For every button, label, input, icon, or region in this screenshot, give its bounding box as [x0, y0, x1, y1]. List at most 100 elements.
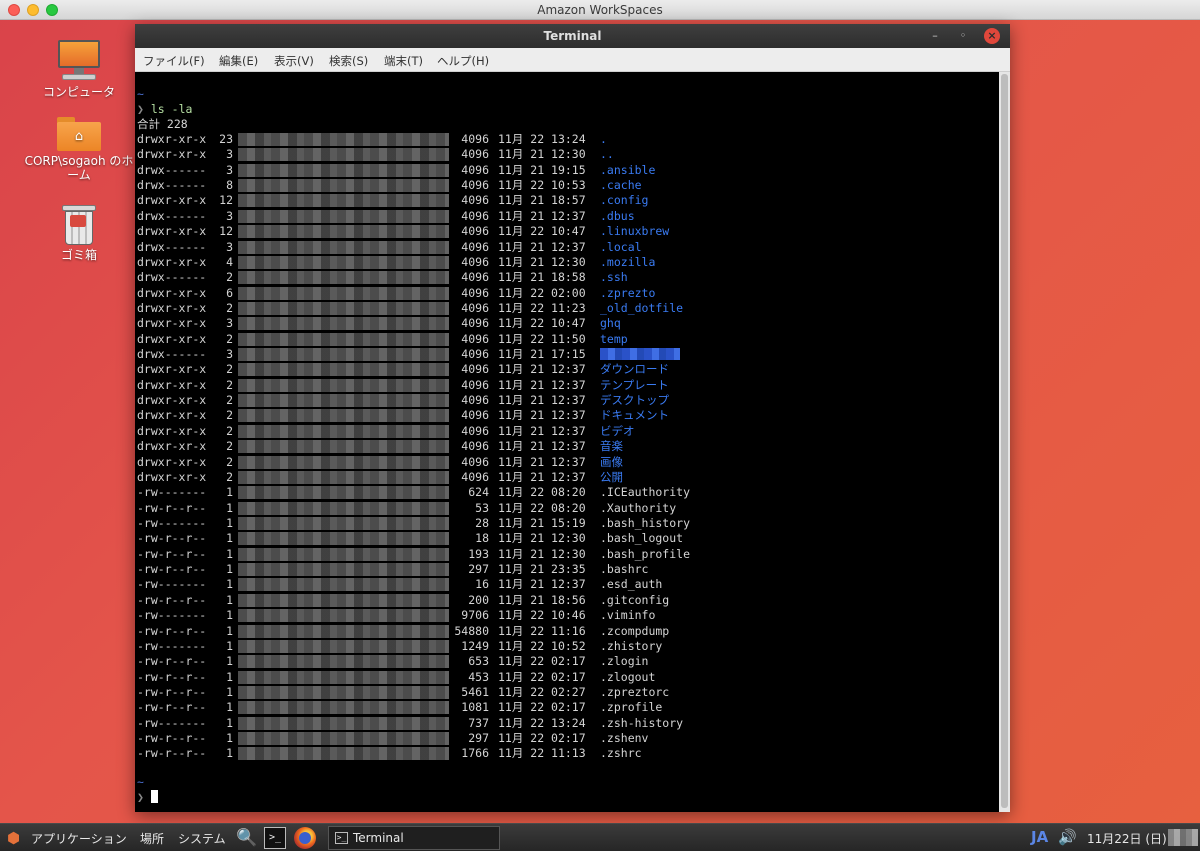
terminal-titlebar[interactable]: Terminal – ◦ × [135, 24, 1010, 48]
input-line[interactable]: ❯ [137, 790, 158, 805]
terminal-output[interactable]: ~ ❯ ls -la 合計 228 drwxr-xr-x 23 4096 11月 22… [135, 72, 999, 812]
terminal-scrollbar[interactable] [999, 72, 1010, 812]
modified-date: 11月 22 10:46 [498, 608, 586, 623]
scrollbar-thumb[interactable] [1001, 74, 1008, 808]
terminal-title: Terminal [543, 29, 602, 43]
terminal-icon[interactable]: >_ [264, 827, 286, 849]
file-size: 4096 [461, 331, 489, 346]
file-size: 18 [475, 531, 489, 546]
file-name: ドキュメント [600, 408, 669, 423]
file-name: .zpreztorc [600, 684, 670, 699]
redacted-owner-group [238, 209, 449, 223]
file-name: 音楽 [600, 439, 623, 454]
app-title: Amazon WorkSpaces [537, 3, 663, 17]
applications-menu[interactable]: アプリケーション [31, 830, 127, 847]
link-count: 1 [226, 531, 233, 546]
redacted-owner-group [238, 301, 449, 315]
text-cursor [150, 790, 158, 803]
close-icon[interactable]: × [984, 28, 1000, 44]
link-count: 2 [226, 270, 233, 285]
file-size: 624 [468, 485, 489, 500]
link-count: 3 [226, 347, 233, 362]
redacted-owner-group [238, 517, 449, 530]
redacted-owner-group [238, 501, 449, 515]
modified-date: 11月 22 11:13 [498, 746, 586, 761]
modified-date: 11月 21 12:37 [498, 362, 586, 377]
menu-terminal[interactable]: 端末(T) [384, 53, 423, 69]
prompt-path: ~ [137, 775, 144, 789]
search-icon[interactable]: 🔍 [236, 827, 258, 849]
firefox-icon[interactable] [294, 827, 316, 849]
redacted-owner-group [238, 563, 449, 577]
permissions: -rw-r--r-- [137, 546, 207, 561]
file-size: 297 [468, 731, 489, 746]
menu-search[interactable]: 検索(S) [329, 53, 368, 69]
link-count: 23 [219, 132, 233, 146]
modified-date: 11月 21 17:15 [498, 347, 586, 362]
redacted-owner-group [238, 670, 449, 684]
permissions: -rw-r--r-- [137, 669, 207, 684]
desktop-icon-home[interactable]: ⌂ CORP\sogaoh のホーム [24, 117, 134, 182]
redacted-owner-group [238, 440, 449, 454]
menu-help[interactable]: ヘルプ(H) [437, 53, 489, 69]
maximize-icon[interactable]: ◦ [955, 28, 971, 44]
modified-date: 11月 21 12:37 [498, 408, 586, 423]
link-count: 1 [226, 577, 233, 592]
link-count: 2 [226, 454, 233, 469]
modified-date: 11月 22 11:23 [498, 300, 586, 315]
desktop-icon-computer[interactable]: コンピュータ [24, 38, 134, 99]
redacted-owner-group [238, 732, 449, 746]
applications-icon[interactable]: ⬢ [7, 829, 25, 847]
modified-date: 11月 22 08:20 [498, 500, 586, 515]
places-menu[interactable]: 場所 [140, 830, 164, 847]
modified-date: 11月 21 12:37 [498, 577, 586, 592]
menu-edit[interactable]: 編集(E) [219, 53, 258, 69]
file-size: 1081 [461, 700, 489, 715]
file-size: 4096 [461, 300, 489, 315]
modified-date: 11月 22 11:50 [498, 331, 586, 346]
modified-date: 11月 21 12:30 [498, 147, 586, 162]
file-name: .zlogout [600, 669, 656, 684]
taskbar-item-terminal[interactable]: >_ Terminal [328, 826, 500, 850]
taskbar-item-label: Terminal [353, 831, 404, 845]
input-method-indicator[interactable]: JA [1031, 828, 1048, 846]
redacted-owner-group [238, 424, 449, 438]
menu-file[interactable]: ファイル(F) [143, 53, 205, 69]
redacted-owner-group [238, 409, 449, 423]
file-size: 4096 [461, 377, 489, 392]
file-size: 4096 [461, 347, 489, 362]
desktop-icon-trash[interactable]: ゴミ箱 [24, 205, 134, 262]
file-size: 737 [468, 715, 489, 730]
file-size: 4096 [461, 316, 489, 331]
modified-date: 11月 22 10:47 [498, 316, 586, 331]
file-size: 4096 [461, 285, 489, 300]
file-size: 4096 [461, 224, 489, 239]
modified-date: 11月 21 18:57 [498, 193, 586, 208]
modified-date: 11月 21 12:37 [498, 469, 586, 484]
menu-view[interactable]: 表示(V) [274, 53, 314, 69]
clock[interactable]: 11月22日 (日) [1087, 830, 1167, 847]
file-size: 453 [468, 669, 489, 684]
link-count: 1 [226, 715, 233, 730]
minimize-icon[interactable]: – [927, 28, 943, 44]
volume-icon[interactable]: 🔊 [1058, 828, 1077, 846]
file-name: .zshrc [600, 746, 642, 761]
file-name [600, 347, 680, 362]
file-size: 4096 [461, 208, 489, 223]
redacted-owner-group [238, 547, 449, 561]
file-name: .ssh [600, 270, 628, 285]
link-count: 2 [226, 408, 233, 423]
file-name: .linuxbrew [600, 224, 670, 239]
file-size: 4096 [461, 132, 489, 146]
permissions: -rw-r--r-- [137, 562, 207, 577]
link-count: 8 [226, 178, 233, 193]
link-count: 1 [226, 485, 233, 500]
modified-date: 11月 21 12:37 [498, 377, 586, 392]
redacted-filename [600, 348, 680, 361]
modified-date: 11月 22 13:24 [498, 132, 586, 146]
terminal-window: Terminal – ◦ × ファイル(F) 編集(E) 表示(V) 検索(S)… [135, 24, 1010, 812]
permissions: drwxr-xr-x [137, 132, 207, 146]
file-name: .mozilla [600, 254, 656, 269]
system-menu[interactable]: システム [178, 830, 226, 847]
redacted-owner-group [238, 133, 449, 146]
